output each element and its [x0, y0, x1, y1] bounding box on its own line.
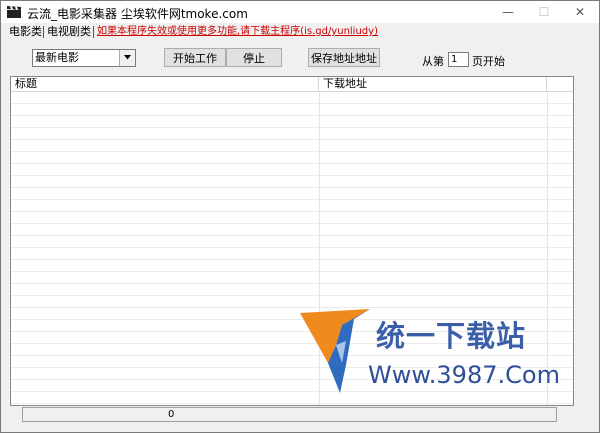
- maximize-button[interactable]: ☐: [527, 1, 561, 23]
- status-count: 0: [168, 409, 175, 420]
- watermark-site-name: 统一下载站: [376, 319, 527, 353]
- start-page-input[interactable]: 1: [448, 52, 469, 67]
- app-window: 云流_电影采集器 尘埃软件网tmoke.com — ☐ ✕ 电影类 电视剧类 如…: [0, 0, 600, 433]
- start-work-button[interactable]: 开始工作: [164, 48, 226, 67]
- save-addresses-button[interactable]: 保存地址地址: [308, 48, 380, 67]
- stop-button[interactable]: 停止: [226, 48, 282, 67]
- tab-bar: 电影类 电视剧类 如果本程序失效或使用更多功能,请下载主程序(is.gd/yun…: [1, 23, 599, 41]
- tab-tv-series[interactable]: 电视剧类: [45, 24, 93, 40]
- minimize-button[interactable]: —: [491, 1, 525, 23]
- page-prefix-label: 从第: [422, 55, 444, 68]
- column-header-download-url[interactable]: 下载地址: [319, 77, 547, 91]
- category-select[interactable]: 最新电影: [32, 49, 136, 67]
- column-header-title[interactable]: 标题: [11, 77, 319, 91]
- chevron-down-icon[interactable]: [119, 50, 135, 66]
- download-site-logo-icon: [298, 305, 372, 400]
- title-bar[interactable]: 云流_电影采集器 尘埃软件网tmoke.com — ☐ ✕: [1, 1, 599, 23]
- watermark: 统一下载站 Www.3987.Com: [298, 305, 573, 401]
- clapperboard-icon: [7, 6, 21, 18]
- results-list[interactable]: 标题 下载地址 统一下载站 Www.3987.Com: [10, 76, 574, 406]
- category-select-value: 最新电影: [35, 51, 79, 64]
- tab-separator: [93, 26, 94, 38]
- watermark-site-url: Www.3987.Com: [368, 361, 560, 389]
- status-bar: 0: [22, 407, 557, 422]
- close-button[interactable]: ✕: [563, 1, 597, 23]
- download-main-program-link[interactable]: 如果本程序失效或使用更多功能,请下载主程序(is.gd/yunliudy): [97, 24, 378, 40]
- list-header: 标题 下载地址: [11, 77, 573, 92]
- page-suffix-label: 页开始: [472, 55, 505, 68]
- tab-movies[interactable]: 电影类: [7, 24, 44, 40]
- window-title: 云流_电影采集器 尘埃软件网tmoke.com: [27, 7, 248, 21]
- tab-separator: [43, 26, 44, 38]
